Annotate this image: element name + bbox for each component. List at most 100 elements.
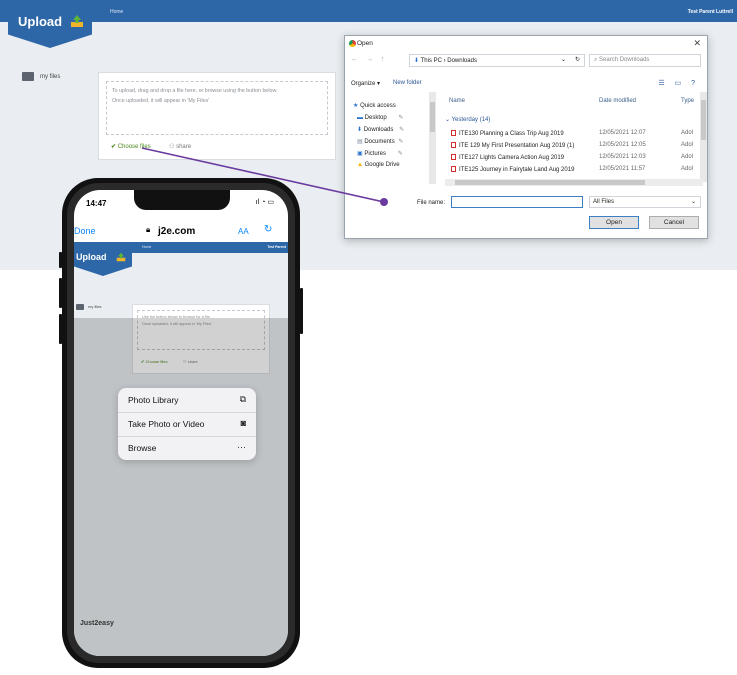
user-name[interactable]: Test Parent Luttrell [688, 9, 733, 15]
chrome-icon [349, 40, 356, 47]
nav-item-quick-access[interactable]: ★ Quick access [353, 102, 396, 109]
column-header-date[interactable]: Date modified [599, 98, 636, 104]
star-icon: ★ [353, 103, 359, 109]
upload-badge: Upload [8, 0, 92, 48]
file-row[interactable]: ITE125 Journey in Fairytale Land Aug 201… [451, 166, 574, 173]
nav-label: Downloads [363, 127, 394, 133]
choose-files-button[interactable]: ✔ Choose files [111, 143, 151, 150]
file-source-menu: Photo Library ⧉ Take Photo or Video ◙ Br… [118, 388, 256, 460]
file-name-field[interactable] [451, 196, 583, 208]
group-header[interactable]: ⌄ Yesterday (14) [445, 116, 490, 123]
drop-zone[interactable]: To upload, drag and drop a file here, or… [106, 81, 328, 135]
nav-label: Documents [364, 139, 395, 145]
google-drive-icon: ▲ [357, 162, 363, 168]
done-button[interactable]: Done [74, 226, 96, 236]
menu-item-browse[interactable]: Browse ··· [118, 436, 256, 460]
text-size-button[interactable]: AA [238, 227, 249, 236]
open-file-dialog: Open ✕ ← → ↑ ⬇ This PC › Downloads ⌄ ↻ ⌕… [344, 35, 708, 239]
horizontal-scrollbar[interactable] [445, 179, 703, 186]
share-button[interactable]: ⚇ share [169, 143, 191, 150]
home-link[interactable]: Home [110, 9, 123, 15]
file-row[interactable]: ITE127 Lights Camera Action Aug 2019 [451, 154, 564, 161]
scrollbar-thumb[interactable] [430, 102, 435, 132]
file-type-filter-value: All Files [593, 199, 615, 205]
phone-screen: 14:47 ıl ◔ ▭ Done 🔒︎ j2e.com AA ↻ Home T… [74, 190, 288, 656]
photo-library-icon: ⧉ [239, 394, 246, 404]
download-icon: ⬇ [414, 58, 420, 64]
search-input[interactable]: ⌕ Search Downloads [589, 54, 701, 67]
view-options-icons[interactable]: ☰ ▭ ? [658, 79, 699, 87]
sidebar-item-my-files[interactable]: my files [88, 304, 102, 309]
scrollbar-thumb[interactable] [455, 180, 645, 185]
file-date: 12/05/2021 11:57 [599, 166, 646, 172]
camera-icon: ◙ [240, 418, 246, 428]
nav-item-pictures[interactable]: ▣ Pictures ✎ [357, 150, 403, 157]
file-name: ITE125 Journey in Fairytale Land Aug 201… [459, 167, 575, 173]
dialog-title: Open [357, 40, 373, 47]
file-name: ITE130 Planning a Class Trip Aug 2019 [459, 131, 564, 137]
menu-item-photo-library[interactable]: Photo Library ⧉ [118, 388, 256, 412]
file-name-label: File name: [417, 200, 446, 206]
cancel-button[interactable]: Cancel [649, 216, 699, 229]
nav-item-google-drive[interactable]: ▲ Google Drive [357, 162, 400, 168]
pin-icon: ✎ [398, 139, 404, 145]
footer-logo: Just2easy [80, 620, 114, 627]
nav-item-downloads[interactable]: ⬇ Downloads ✎ [357, 126, 404, 133]
folder-icon [22, 72, 34, 81]
chevron-down-icon: ⌄ [690, 199, 696, 205]
iphone-mockup: 14:47 ıl ◔ ▭ Done 🔒︎ j2e.com AA ↻ Home T… [59, 178, 303, 668]
desktop-icon: ▬ [357, 115, 363, 121]
upload-label: Upload [18, 14, 63, 29]
notch [134, 190, 230, 210]
address-bar[interactable]: ⬇ This PC › Downloads ⌄ ↻ [409, 54, 585, 67]
close-icon[interactable]: ✕ [693, 38, 701, 49]
menu-item-label: Browse [128, 443, 157, 453]
chevron-down-icon: ⌄ [445, 117, 451, 123]
file-type: Adol [681, 154, 694, 160]
upload-label: Upload [76, 252, 107, 262]
scrollbar-thumb[interactable] [701, 100, 706, 140]
upload-panel: To upload, drag and drop a file here, or… [98, 72, 336, 160]
pdf-icon [451, 166, 456, 172]
choose-files-label: Choose files [117, 144, 151, 150]
column-header-type[interactable]: Type [681, 98, 694, 104]
nav-label: Google Drive [364, 162, 400, 168]
url-field[interactable]: j2e.com [158, 226, 195, 237]
file-row[interactable]: ITE130 Planning a Class Trip Aug 2019 [451, 130, 564, 137]
nav-scrollbar[interactable] [429, 92, 436, 184]
file-date: 12/05/2021 12:07 [599, 130, 646, 136]
nav-item-documents[interactable]: ▤ Documents ✎ [357, 138, 403, 145]
file-name: ITE 129 My First Presentation Aug 2019 (… [459, 143, 575, 149]
column-header-name[interactable]: Name [449, 98, 465, 104]
pdf-icon [451, 154, 456, 160]
chevron-down-icon[interactable]: ⌄ [561, 56, 566, 63]
menu-item-take-photo[interactable]: Take Photo or Video ◙ [118, 412, 256, 436]
signal-wifi-battery-icons: ıl ◔ ▭ [255, 199, 274, 206]
sidebar-item-my-files[interactable]: my files [40, 74, 60, 80]
status-time: 14:47 [86, 199, 107, 208]
file-type: Adol [681, 142, 694, 148]
new-folder-button[interactable]: New folder [393, 80, 422, 86]
top-navigation-bar: Home Test Parent Luttrell [0, 0, 737, 22]
refresh-icon[interactable]: ↻ [575, 56, 580, 63]
reload-icon[interactable]: ↻ [264, 224, 272, 235]
file-type-filter[interactable]: All Files ⌄ [589, 196, 701, 208]
pin-icon: ✎ [399, 127, 405, 133]
open-button[interactable]: Open [589, 216, 639, 229]
upload-badge: Upload [74, 242, 132, 276]
menu-overlay[interactable] [74, 318, 288, 656]
organize-button[interactable]: Organize ▾ [351, 80, 380, 87]
side-button [300, 288, 303, 334]
file-name: ITE127 Lights Camera Action Aug 2019 [459, 155, 565, 161]
nav-item-desktop[interactable]: ▬ Desktop ✎ [357, 114, 403, 121]
menu-item-label: Photo Library [128, 395, 179, 405]
upload-icon [116, 252, 126, 262]
file-row[interactable]: ITE 129 My First Presentation Aug 2019 (… [451, 142, 574, 149]
navigation-arrows[interactable]: ← → ↑ [351, 56, 387, 63]
nav-label: Quick access [360, 103, 396, 109]
download-icon: ⬇ [357, 127, 363, 133]
user-name[interactable]: Test Parent [267, 245, 286, 249]
home-link[interactable]: Home [142, 245, 151, 249]
file-type: Adol [681, 166, 694, 172]
file-list-scrollbar[interactable] [700, 92, 707, 182]
